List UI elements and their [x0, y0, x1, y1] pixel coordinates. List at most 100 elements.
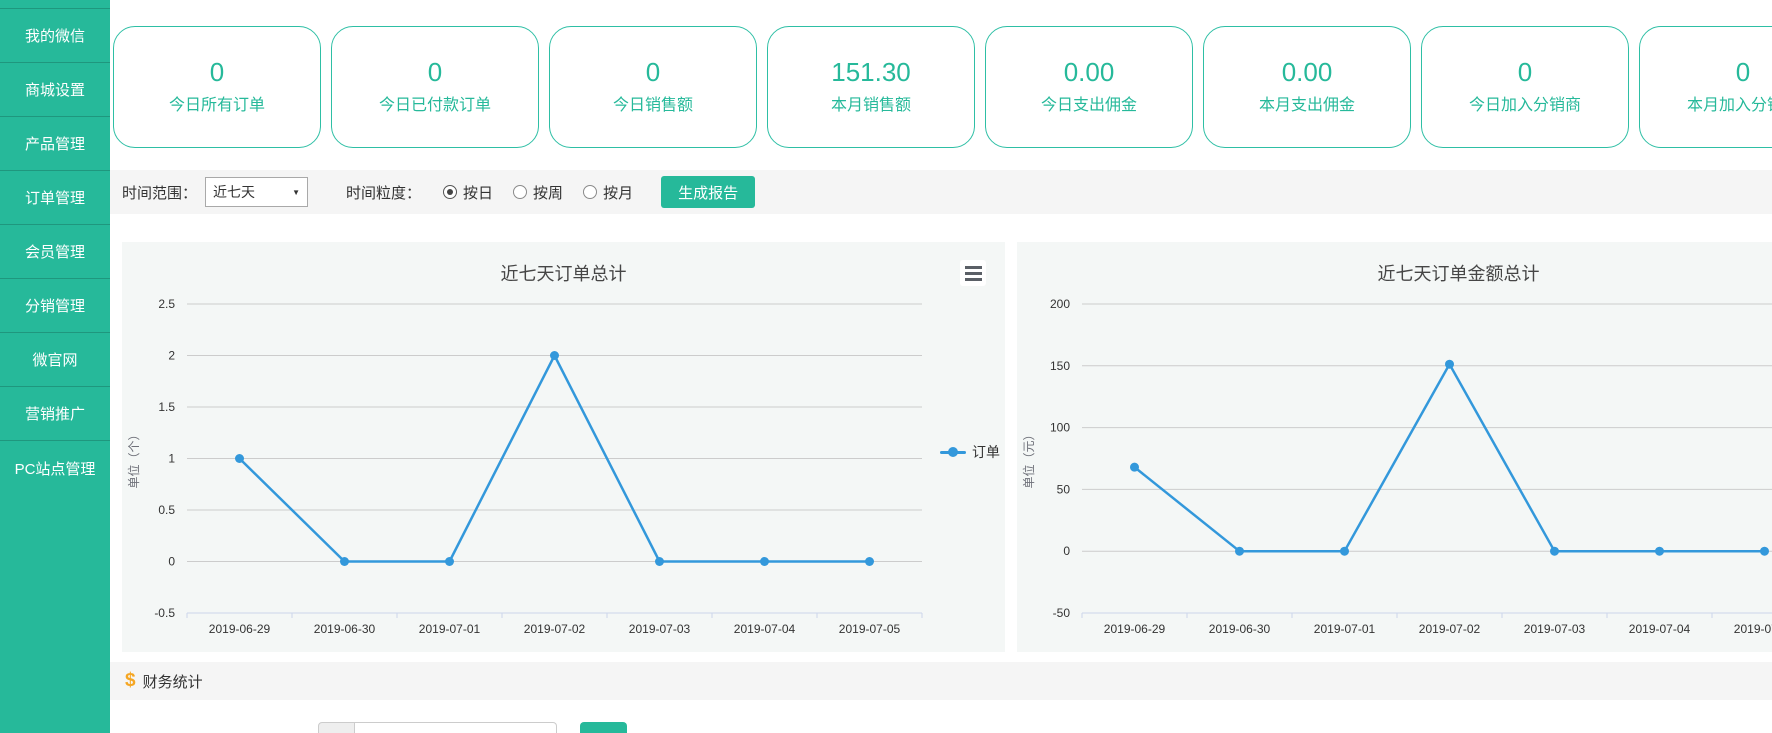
svg-text:-0.5: -0.5 [154, 606, 175, 620]
svg-text:2019-07-05: 2019-07-05 [839, 622, 901, 636]
stat-label: 今日加入分销商 [1469, 93, 1581, 119]
radio-unselected-icon [583, 185, 597, 199]
sidebar-item-partial [0, 0, 110, 9]
stat-label: 本月加入分销商 [1687, 93, 1772, 119]
finance-input[interactable] [355, 722, 557, 733]
stat-card-month-commission: 0.00 本月支出佣金 [1203, 26, 1411, 148]
svg-text:2019-07-01: 2019-07-01 [419, 622, 481, 636]
legend-line-dot-icon [940, 451, 966, 454]
svg-text:50: 50 [1057, 482, 1071, 496]
radio-by-week[interactable]: 按周 [513, 182, 563, 203]
sidebar-item-my-wechat[interactable]: 我的微信 [0, 9, 110, 63]
finance-controls-clipped [318, 722, 627, 733]
stat-label: 今日销售额 [613, 93, 693, 119]
generate-report-button[interactable]: 生成报告 [661, 176, 755, 208]
sidebar-item-marketing[interactable]: 营销推广 [0, 387, 110, 441]
time-range-select[interactable]: 近七天 ▼ [205, 177, 308, 207]
radio-unselected-icon [513, 185, 527, 199]
svg-text:-50: -50 [1053, 606, 1071, 620]
svg-text:2019-07-02: 2019-07-02 [524, 622, 586, 636]
radio-by-day[interactable]: 按日 [443, 182, 493, 203]
input-addon [318, 722, 355, 733]
stat-label: 今日已付款订单 [379, 93, 491, 119]
svg-text:2019-07-04: 2019-07-04 [734, 622, 796, 636]
svg-text:2.5: 2.5 [158, 297, 175, 311]
orders-count-chart[interactable]: 2.5 2 1.5 1 0.5 0 -0.5 2019-06-29 2019-06-30 2019… [122, 242, 1005, 652]
chart-title: 近七天订单金额总计 [1017, 260, 1772, 286]
granularity-label: 时间粒度： [346, 182, 421, 203]
stat-card-today-commission: 0.00 今日支出佣金 [985, 26, 1193, 148]
orders-amount-chart[interactable]: 200 150 100 50 0 -50 2019-06-29 2019-06-30 2019-… [1017, 242, 1772, 652]
radio-by-month[interactable]: 按月 [583, 182, 633, 203]
sidebar-item-pc-site-mgmt[interactable]: PC站点管理 [0, 441, 110, 495]
stat-value: 0 [428, 55, 442, 89]
toolbox-menu-icon[interactable] [960, 260, 986, 286]
stat-card-today-distributors: 0 今日加入分销商 [1421, 26, 1629, 148]
charts-row: 2.5 2 1.5 1 0.5 0 -0.5 2019-06-29 2019-06-30 2019… [122, 242, 1772, 652]
svg-text:单位（个）: 单位（个） [126, 428, 141, 488]
finance-action-button[interactable] [580, 722, 627, 733]
svg-text:1: 1 [168, 452, 175, 466]
stat-label: 今日支出佣金 [1041, 93, 1137, 119]
stat-card-today-sales: 0 今日销售额 [549, 26, 757, 148]
finance-section-title: 财务统计 [143, 671, 203, 692]
svg-text:2019-07-01: 2019-07-01 [1314, 622, 1376, 636]
stat-value: 0 [1518, 55, 1532, 89]
stat-value: 0 [210, 55, 224, 89]
radio-label: 按周 [533, 182, 563, 203]
granularity-radio-group: 按日 按周 按月 [443, 182, 633, 203]
orders-amount-chart-panel: 200 150 100 50 0 -50 2019-06-29 2019-06-30 2019-… [1017, 242, 1772, 652]
radio-selected-icon [443, 185, 457, 199]
select-arrow-icon: ▼ [292, 188, 300, 197]
svg-text:1.5: 1.5 [158, 400, 175, 414]
svg-text:0: 0 [168, 555, 175, 569]
stat-value: 151.30 [831, 55, 911, 89]
sidebar: 我的微信 商城设置 产品管理 订单管理 会员管理 分销管理 微官网 营销推广 P… [0, 0, 110, 733]
stat-label: 本月销售额 [831, 93, 911, 119]
legend-label: 订单 [972, 442, 1000, 462]
time-range-selected-value: 近七天 [213, 182, 255, 202]
stat-value: 0 [646, 55, 660, 89]
finance-section-header: $ 财务统计 [110, 662, 1772, 700]
sidebar-item-distribution-mgmt[interactable]: 分销管理 [0, 279, 110, 333]
chart-legend-orders[interactable]: 订单 [940, 442, 1000, 462]
svg-text:2019-07-03: 2019-07-03 [1524, 622, 1586, 636]
sidebar-item-member-mgmt[interactable]: 会员管理 [0, 225, 110, 279]
radio-label: 按日 [463, 182, 493, 203]
stat-card-month-sales: 151.30 本月销售额 [767, 26, 975, 148]
svg-text:2019-07-03: 2019-07-03 [629, 622, 691, 636]
stat-label: 今日所有订单 [169, 93, 265, 119]
svg-text:200: 200 [1050, 297, 1070, 311]
sidebar-item-micro-site[interactable]: 微官网 [0, 333, 110, 387]
svg-text:2019-07-04: 2019-07-04 [1629, 622, 1691, 636]
stat-value: 0.00 [1064, 55, 1115, 89]
svg-text:100: 100 [1050, 421, 1070, 435]
stat-card-month-distributors: 0 本月加入分销商 [1639, 26, 1772, 148]
svg-text:2: 2 [168, 349, 175, 363]
chart-title: 近七天订单总计 [122, 260, 1005, 286]
svg-text:0: 0 [1063, 544, 1070, 558]
radio-label: 按月 [603, 182, 633, 203]
dollar-icon: $ [125, 670, 136, 692]
svg-text:2019-06-30: 2019-06-30 [1209, 622, 1271, 636]
svg-text:2019-06-29: 2019-06-29 [209, 622, 271, 636]
sidebar-item-order-mgmt[interactable]: 订单管理 [0, 171, 110, 225]
stat-label: 本月支出佣金 [1259, 93, 1355, 119]
dashboard-page: 我的微信 商城设置 产品管理 订单管理 会员管理 分销管理 微官网 营销推广 P… [0, 0, 1772, 733]
stat-cards-row: 0 今日所有订单 0 今日已付款订单 0 今日销售额 151.30 本月销售额 … [113, 26, 1772, 148]
orders-count-chart-panel: 2.5 2 1.5 1 0.5 0 -0.5 2019-06-29 2019-06-30 2019… [122, 242, 1005, 652]
svg-text:2019-07-05: 2019-07-05 [1734, 622, 1772, 636]
stat-card-today-paid-orders: 0 今日已付款订单 [331, 26, 539, 148]
svg-text:2019-07-02: 2019-07-02 [1419, 622, 1481, 636]
sidebar-item-mall-settings[interactable]: 商城设置 [0, 63, 110, 117]
svg-text:0.5: 0.5 [158, 503, 175, 517]
stat-value: 0 [1736, 55, 1750, 89]
stat-card-today-orders: 0 今日所有订单 [113, 26, 321, 148]
stat-value: 0.00 [1282, 55, 1333, 89]
svg-text:150: 150 [1050, 359, 1070, 373]
filter-bar: 时间范围： 近七天 ▼ 时间粒度： 按日 按周 按月 生成报告 [110, 170, 1772, 214]
time-range-label: 时间范围： [122, 182, 197, 203]
svg-text:2019-06-29: 2019-06-29 [1104, 622, 1166, 636]
sidebar-item-product-mgmt[interactable]: 产品管理 [0, 117, 110, 171]
svg-text:2019-06-30: 2019-06-30 [314, 622, 376, 636]
